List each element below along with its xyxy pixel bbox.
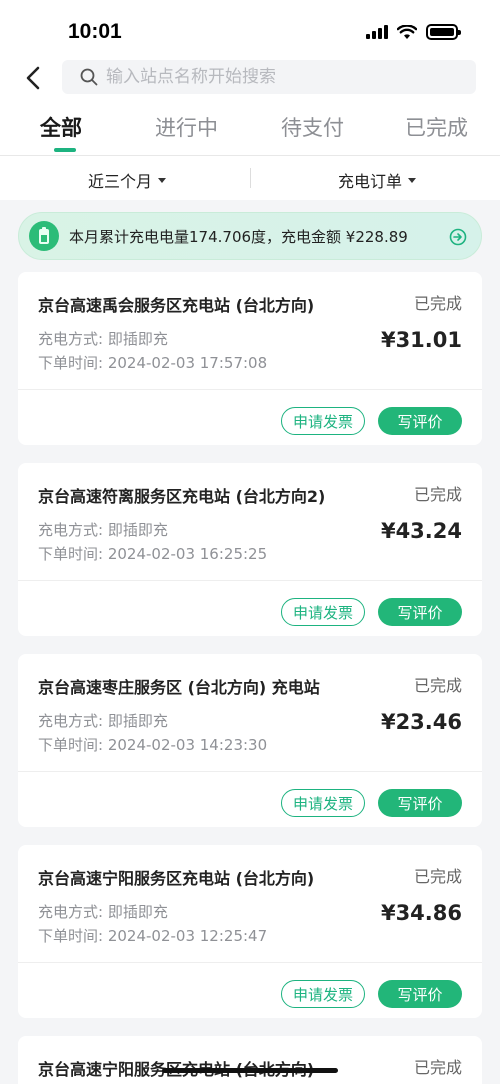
card-divider — [18, 962, 482, 963]
card-divider — [18, 389, 482, 390]
order-type-filter-label: 充电订单 — [338, 172, 403, 191]
order-status: 已完成 — [413, 676, 462, 695]
station-name: 京台高速符离服务区充电站 (台北方向2) — [38, 487, 326, 506]
back-arrow-icon[interactable] — [20, 62, 48, 94]
charge-method: 充电方式: 即插即充 — [38, 521, 168, 539]
charge-method: 充电方式: 即插即充 — [38, 330, 168, 348]
order-card[interactable]: 京台高速宁阳服务区充电站 (台北方向) 已完成 充电方式: 即插即充 下单时间:… — [18, 845, 482, 1018]
station-name: 京台高速枣庄服务区 (台北方向) 充电站 — [38, 678, 320, 697]
order-amount: ¥43.24 — [380, 519, 462, 543]
search-box[interactable] — [62, 60, 476, 94]
order-time: 下单时间: 2024-02-03 17:57:08 — [38, 354, 268, 372]
period-filter-label: 近三个月 — [88, 172, 153, 191]
monthly-summary-banner[interactable]: 本月累计充电电量174.706度，充电金额 ¥228.89 — [18, 212, 482, 260]
tab-pending-payment[interactable]: 待支付 — [281, 112, 344, 142]
order-type-filter[interactable]: 充电订单 — [338, 168, 417, 192]
write-review-button[interactable]: 写评价 — [378, 598, 462, 626]
filter-divider — [250, 168, 251, 188]
caret-down-icon — [408, 177, 417, 183]
order-amount: ¥34.86 — [380, 901, 462, 925]
tab-in-progress[interactable]: 进行中 — [155, 112, 218, 142]
home-indicator[interactable] — [162, 1068, 338, 1073]
tab-all[interactable]: 全部 — [40, 112, 82, 142]
status-icons — [366, 24, 461, 40]
monthly-summary-text: 本月累计充电电量174.706度，充电金额 ¥228.89 — [69, 227, 408, 246]
order-card[interactable]: 京台高速符离服务区充电站 (台北方向2) 已完成 充电方式: 即插即充 下单时间… — [18, 463, 482, 636]
order-card[interactable]: 京台高速禹会服务区充电站 (台北方向) 已完成 充电方式: 即插即充 下单时间:… — [18, 272, 482, 445]
order-time: 下单时间: 2024-02-03 12:25:47 — [38, 927, 268, 945]
battery-icon — [426, 24, 461, 40]
search-row — [0, 56, 500, 100]
order-amount: ¥31.01 — [380, 328, 462, 352]
status-bar: 10:01 — [0, 0, 500, 56]
card-divider — [18, 771, 482, 772]
status-time: 10:01 — [68, 20, 122, 43]
order-status: 已完成 — [413, 485, 462, 504]
write-review-button[interactable]: 写评价 — [378, 407, 462, 435]
wifi-icon — [397, 24, 417, 39]
write-review-button[interactable]: 写评价 — [378, 789, 462, 817]
request-invoice-button[interactable]: 申请发票 — [281, 980, 365, 1008]
order-card[interactable]: 京台高速宁阳服务区充电站 (台北方向) 已完成 — [18, 1036, 482, 1084]
search-input[interactable] — [106, 67, 466, 87]
order-card[interactable]: 京台高速枣庄服务区 (台北方向) 充电站 已完成 充电方式: 即插即充 下单时间… — [18, 654, 482, 827]
station-name: 京台高速禹会服务区充电站 (台北方向) — [38, 296, 315, 315]
charge-method: 充电方式: 即插即充 — [38, 712, 168, 730]
order-time: 下单时间: 2024-02-03 16:25:25 — [38, 545, 268, 563]
filter-row: 近三个月 充电订单 — [0, 156, 500, 200]
card-divider — [18, 580, 482, 581]
request-invoice-button[interactable]: 申请发票 — [281, 407, 365, 435]
search-icon — [80, 68, 98, 86]
tab-completed[interactable]: 已完成 — [405, 112, 468, 142]
order-status: 已完成 — [413, 1058, 462, 1077]
charge-method: 充电方式: 即插即充 — [38, 903, 168, 921]
request-invoice-button[interactable]: 申请发票 — [281, 598, 365, 626]
arrow-right-circle-icon[interactable] — [449, 228, 467, 246]
battery-charge-icon — [29, 221, 59, 251]
active-tab-indicator — [54, 148, 76, 152]
order-time: 下单时间: 2024-02-03 14:23:30 — [38, 736, 268, 754]
signal-icon — [366, 25, 388, 39]
order-status: 已完成 — [413, 294, 462, 313]
request-invoice-button[interactable]: 申请发票 — [281, 789, 365, 817]
period-filter[interactable]: 近三个月 — [88, 168, 167, 192]
caret-down-icon — [158, 177, 167, 183]
station-name: 京台高速宁阳服务区充电站 (台北方向) — [38, 869, 315, 888]
order-amount: ¥23.46 — [380, 710, 462, 734]
order-status: 已完成 — [413, 867, 462, 886]
write-review-button[interactable]: 写评价 — [378, 980, 462, 1008]
